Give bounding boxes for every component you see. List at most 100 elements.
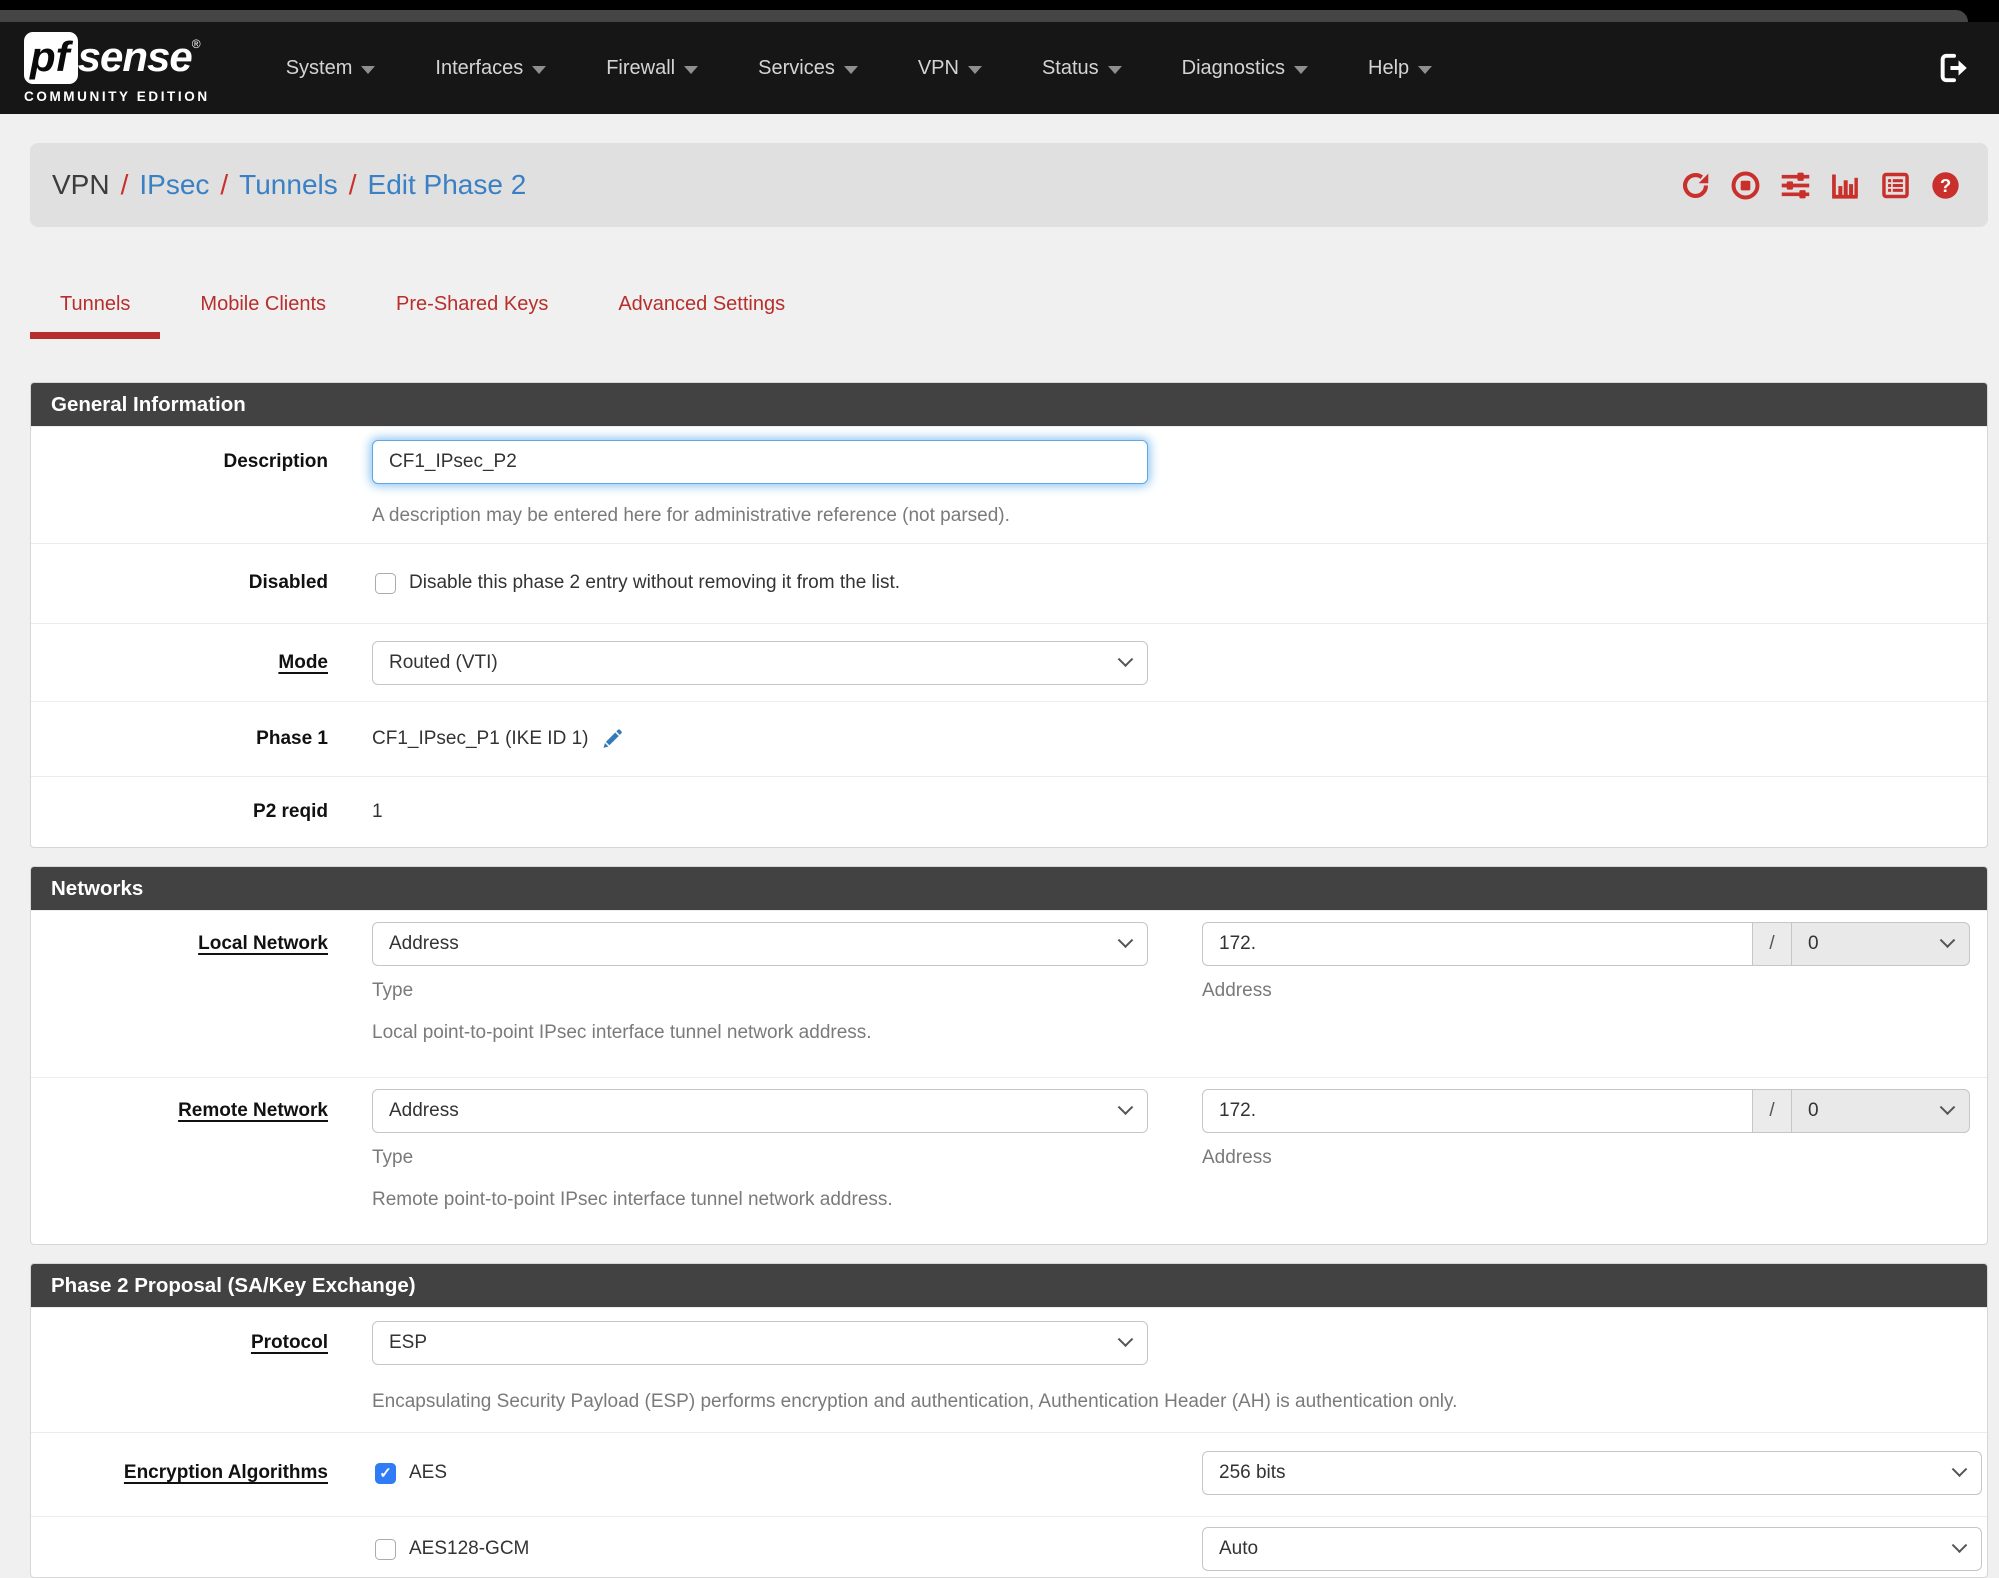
local-network-label: Local Network <box>198 933 328 954</box>
nav-item-diagnostics[interactable]: Diagnostics <box>1152 57 1338 80</box>
remote-network-help: Remote point-to-point IPsec interface tu… <box>372 1189 893 1210</box>
local-network-address-input[interactable] <box>1202 922 1753 966</box>
type-sublabel: Type <box>372 1147 414 1168</box>
aes128gcm-keylen-select[interactable]: Auto <box>1202 1527 1982 1571</box>
address-sublabel: Address <box>1202 1147 1272 1168</box>
help-icon[interactable]: ? <box>1929 169 1962 202</box>
list-icon[interactable] <box>1879 169 1912 202</box>
panel-phase2-proposal: Phase 2 Proposal (SA/Key Exchange) Proto… <box>30 1263 1988 1578</box>
row-encryption-aes: Encryption Algorithms ✓ AES 256 bits <box>31 1432 1987 1516</box>
phase1-value: CF1_IPsec_P1 (IKE ID 1) <box>372 728 589 749</box>
caret-down-icon <box>684 65 699 74</box>
row-disabled: Disabled Disable this phase 2 entry with… <box>31 543 1987 623</box>
breadcrumb: VPN / IPsec / Tunnels / Edit Phase 2 <box>52 169 527 201</box>
aes-checkbox[interactable]: ✓ <box>375 1462 396 1484</box>
phase1-label: Phase 1 <box>256 728 328 749</box>
mode-select[interactable]: Routed (VTI) <box>372 641 1148 685</box>
page-tabs: Tunnels Mobile Clients Pre-Shared Keys A… <box>30 283 1999 339</box>
tab-pre-shared-keys[interactable]: Pre-Shared Keys <box>366 283 578 339</box>
breadcrumb-link-ipsec[interactable]: IPsec <box>139 169 209 201</box>
breadcrumb-bar: VPN / IPsec / Tunnels / Edit Phase 2 ? <box>30 143 1988 227</box>
row-remote-network: Remote Network Address / 0 <box>31 1077 1987 1244</box>
row-mode: Mode Routed (VTI) <box>31 623 1987 701</box>
local-network-prefix-select[interactable]: 0 <box>1791 922 1970 966</box>
protocol-select-value: ESP <box>389 1332 428 1353</box>
nav-item-interfaces[interactable]: Interfaces <box>405 57 576 80</box>
chevron-down-icon <box>1117 650 1134 667</box>
nav-item-help[interactable]: Help <box>1338 57 1462 80</box>
tab-tunnels[interactable]: Tunnels <box>30 283 161 339</box>
caret-down-icon <box>1418 65 1433 74</box>
nav-item-system[interactable]: System <box>256 57 406 80</box>
pfsense-logo-edition: COMMUNITY EDITION <box>24 89 210 104</box>
slash-addon: / <box>1752 1089 1792 1133</box>
nav-item-status[interactable]: Status <box>1012 57 1152 80</box>
sliders-icon[interactable] <box>1779 169 1812 202</box>
row-p2-reqid: P2 reqid 1 <box>31 776 1987 847</box>
row-phase1: Phase 1 CF1_IPsec_P1 (IKE ID 1) <box>31 701 1987 776</box>
chevron-down-icon <box>1951 1536 1968 1553</box>
encryption-algorithms-label: Encryption Algorithms <box>123 1462 328 1483</box>
slash-addon: / <box>1752 922 1792 966</box>
remote-network-address-input[interactable] <box>1202 1089 1753 1133</box>
navbar-menu: System Interfaces Firewall Services VPN … <box>256 57 1462 80</box>
remote-network-type-select[interactable]: Address <box>372 1089 1148 1133</box>
panel-title: General Information <box>31 383 1987 426</box>
main-content: General Information Description A descri… <box>30 382 1988 1578</box>
window-chrome-bar <box>0 10 1968 22</box>
breadcrumb-link-tunnels[interactable]: Tunnels <box>239 169 338 201</box>
tab-advanced-settings[interactable]: Advanced Settings <box>588 283 815 339</box>
aes-keylen-select[interactable]: 256 bits <box>1202 1451 1982 1495</box>
pfsense-logo-pf: pf <box>24 32 78 84</box>
disabled-checkbox-label: Disable this phase 2 entry without remov… <box>409 572 901 593</box>
row-protocol: Protocol ESP Encapsulating Security Payl… <box>31 1307 1987 1432</box>
protocol-select[interactable]: ESP <box>372 1321 1148 1365</box>
pfsense-logo-sense: sense <box>77 33 193 80</box>
pfsense-logo[interactable]: pf sense ® COMMUNITY EDITION <box>24 32 210 104</box>
protocol-label: Protocol <box>250 1332 328 1353</box>
bar-chart-icon[interactable] <box>1829 169 1862 202</box>
disabled-checkbox[interactable] <box>375 572 396 594</box>
row-local-network: Local Network Address / 0 <box>31 910 1987 1077</box>
row-encryption-aes128gcm: AES128-GCM Auto <box>31 1516 1987 1577</box>
pencil-icon[interactable] <box>599 726 625 752</box>
chevron-down-icon <box>1117 931 1134 948</box>
nav-item-firewall[interactable]: Firewall <box>576 57 728 80</box>
panel-general-information: General Information Description A descri… <box>30 382 1988 848</box>
chevron-down-icon <box>1117 1330 1134 1347</box>
top-navbar: pf sense ® COMMUNITY EDITION System Interf… <box>0 22 1999 114</box>
caret-down-icon <box>1107 65 1122 74</box>
remote-network-prefix-select[interactable]: 0 <box>1791 1089 1970 1133</box>
type-sublabel: Type <box>372 980 414 1001</box>
caret-down-icon <box>361 65 376 74</box>
pfsense-logo-trademark: ® <box>191 37 201 51</box>
panel-title: Phase 2 Proposal (SA/Key Exchange) <box>31 1264 1987 1307</box>
chevron-down-icon <box>1117 1098 1134 1115</box>
mode-select-value: Routed (VTI) <box>389 652 498 673</box>
chevron-down-icon <box>1939 931 1956 948</box>
window-chrome <box>0 0 1999 22</box>
aes128gcm-checkbox[interactable] <box>375 1538 396 1560</box>
remote-network-label: Remote Network <box>178 1100 328 1121</box>
caret-down-icon <box>843 65 858 74</box>
caret-down-icon <box>1294 65 1309 74</box>
stop-icon[interactable] <box>1729 169 1762 202</box>
nav-item-services[interactable]: Services <box>728 57 888 80</box>
protocol-help: Encapsulating Security Payload (ESP) per… <box>372 1391 1458 1412</box>
sign-out-icon[interactable] <box>1937 51 1971 85</box>
breadcrumb-current-edit-phase-2[interactable]: Edit Phase 2 <box>368 169 527 201</box>
nav-item-vpn[interactable]: VPN <box>888 57 1012 80</box>
mode-label: Mode <box>278 652 328 673</box>
tab-mobile-clients[interactable]: Mobile Clients <box>170 283 356 339</box>
disabled-label: Disabled <box>248 572 328 593</box>
refresh-icon[interactable] <box>1679 169 1712 202</box>
breadcrumb-root: VPN <box>52 169 110 200</box>
local-network-type-select[interactable]: Address <box>372 922 1148 966</box>
local-network-address-group: / 0 <box>1202 922 1970 966</box>
description-help: A description may be entered here for ad… <box>372 505 1010 526</box>
breadcrumb-actions: ? <box>1679 169 1962 202</box>
address-sublabel: Address <box>1202 980 1272 1001</box>
remote-network-address-group: / 0 <box>1202 1089 1970 1133</box>
description-input[interactable] <box>372 440 1148 484</box>
description-label: Description <box>223 451 328 472</box>
